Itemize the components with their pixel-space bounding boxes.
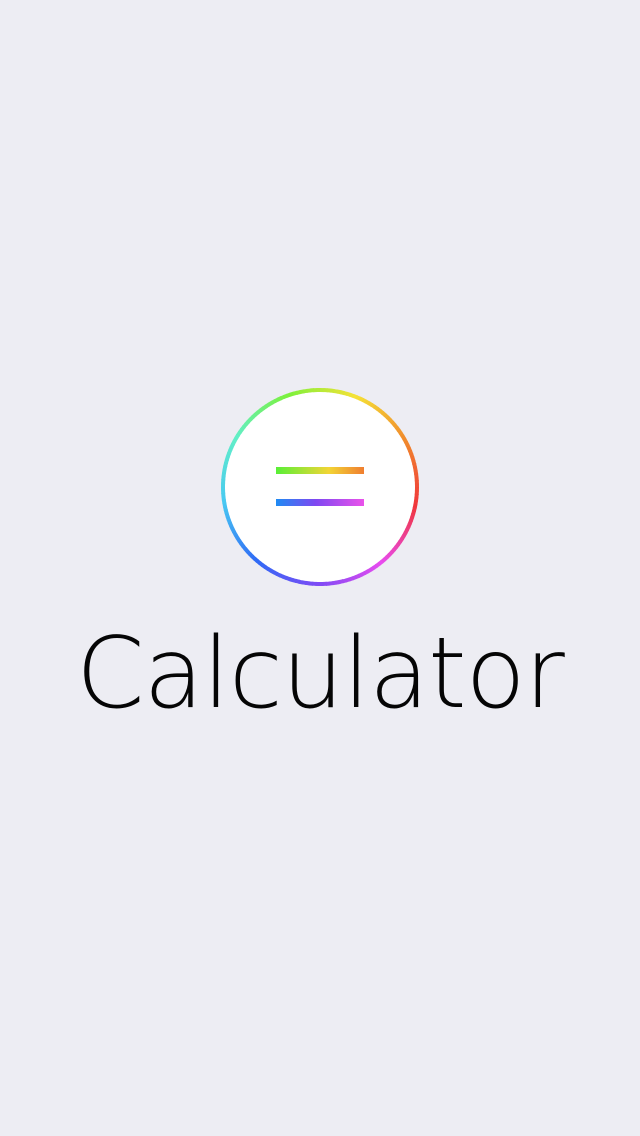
calculator-logo: [220, 387, 420, 587]
splash-screen: Calculator: [0, 0, 640, 1136]
equals-bar-bottom: [276, 499, 364, 506]
app-title: Calculator: [76, 617, 565, 731]
equals-icon: [221, 388, 420, 587]
logo-ring-segment: [282, 393, 289, 399]
equals-bar-top: [276, 467, 364, 474]
